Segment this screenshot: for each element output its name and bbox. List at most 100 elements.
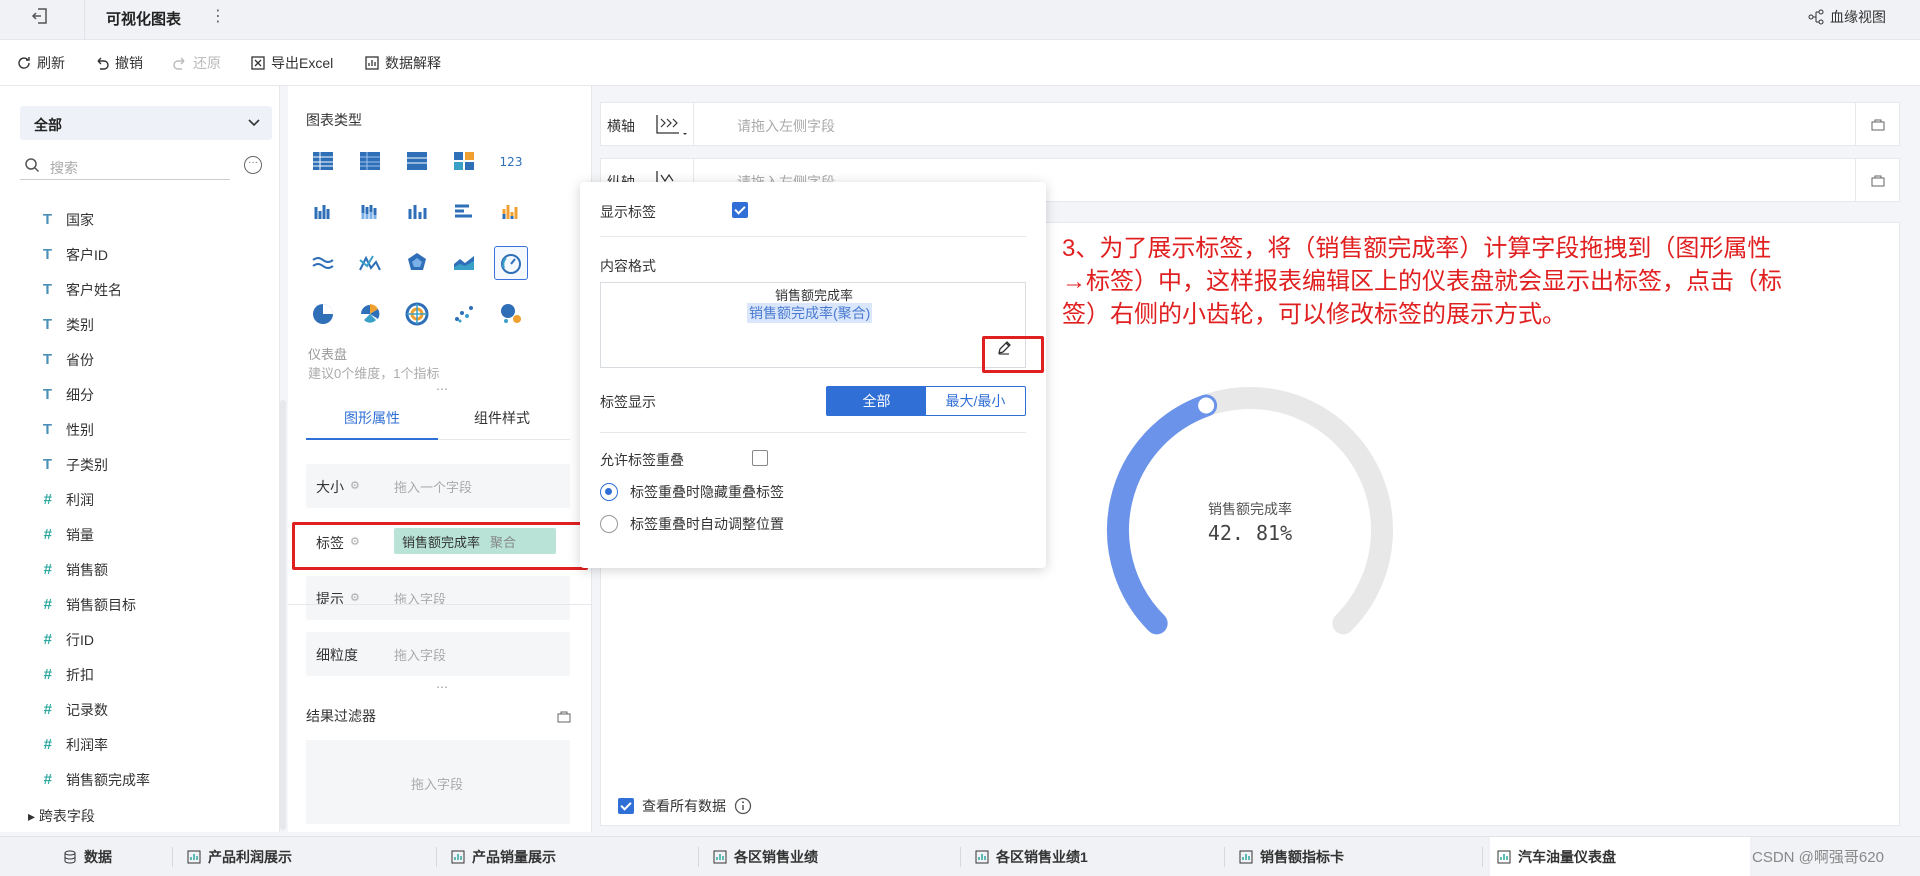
sheet-tab[interactable]: 汽车油量仪表盘: [1490, 837, 1750, 876]
field-item[interactable]: T 客户ID: [0, 237, 270, 272]
x-axis-lock[interactable]: [1855, 103, 1899, 145]
area-chart-icon[interactable]: [447, 246, 481, 280]
export-excel-button[interactable]: 导出Excel: [250, 53, 333, 73]
undo-button[interactable]: 撤销: [94, 53, 143, 73]
detail-table-icon[interactable]: [400, 144, 434, 178]
field-item[interactable]: # 销售额: [0, 552, 270, 587]
radar-icon[interactable]: [400, 246, 434, 280]
line-chart-icon[interactable]: [306, 246, 340, 280]
radio-adjust-position[interactable]: 标签重叠时自动调整位置: [600, 514, 784, 534]
field-item[interactable]: # 记录数: [0, 692, 270, 727]
divider: [1224, 847, 1225, 867]
field-scope-select[interactable]: 全部: [20, 106, 272, 140]
multi-line-icon[interactable]: [353, 246, 387, 280]
lineage-view-button[interactable]: 血缘视图: [1808, 7, 1886, 27]
horizontal-bar-icon[interactable]: [447, 195, 481, 229]
sheet-tab[interactable]: 数据: [56, 837, 176, 876]
field-item[interactable]: T 国家: [0, 202, 270, 237]
undo-icon: [97, 57, 109, 70]
gear-icon[interactable]: ⚙: [350, 479, 360, 492]
field-name: 销售额: [66, 561, 108, 578]
label-settings-popover: 显示标签 内容格式 销售额完成率 销售额完成率(聚合) 标签显示 全部 最大/最…: [580, 182, 1046, 568]
allow-overlap-checkbox[interactable]: [751, 450, 768, 466]
gauge-type-icon[interactable]: [494, 246, 528, 280]
content-format-editor[interactable]: 销售额完成率 销售额完成率(聚合): [600, 282, 1026, 368]
drag-handle-icon[interactable]: ⋯: [436, 382, 449, 396]
view-all-data-toggle[interactable]: 查看所有数据: [618, 796, 752, 816]
sheet-tab-label: 汽车油量仪表盘: [1518, 849, 1616, 865]
grouped-bar-icon[interactable]: [306, 195, 340, 229]
info-icon[interactable]: [734, 797, 752, 815]
stacked-bar-icon[interactable]: [353, 195, 387, 229]
field-item[interactable]: # 行ID: [0, 622, 270, 657]
axis-sort-icon[interactable]: [653, 111, 689, 139]
field-item[interactable]: T 客户姓名: [0, 272, 270, 307]
sheet-tab[interactable]: 各区销售业绩1: [968, 837, 1218, 876]
field-item[interactable]: # 销量: [0, 517, 270, 552]
refresh-button[interactable]: 刷新: [16, 53, 65, 73]
field-search[interactable]: 搜索: [20, 152, 230, 180]
divider: [436, 847, 437, 867]
view-all-checkbox[interactable]: [618, 798, 634, 814]
field-item[interactable]: T 子类别: [0, 447, 270, 482]
cross-table-fields[interactable]: ▸ 跨表字段: [28, 806, 95, 826]
grain-drop-zone[interactable]: 细粒度 拖入字段: [306, 632, 570, 676]
numeric-field-icon: #: [43, 631, 52, 648]
more-vertical-icon[interactable]: ⋮: [210, 6, 226, 26]
table-icon[interactable]: [306, 144, 340, 178]
lock-icon: [1871, 175, 1885, 187]
block-chart-icon[interactable]: [447, 144, 481, 178]
radio-hide-dot[interactable]: [600, 483, 618, 501]
field-name: 子类别: [66, 456, 108, 473]
lock-icon[interactable]: [556, 708, 572, 724]
scatter-icon[interactable]: [447, 297, 481, 331]
multi-ring-icon[interactable]: [400, 297, 434, 331]
show-label-checkbox[interactable]: [732, 202, 748, 218]
bubble-icon[interactable]: [494, 297, 528, 331]
tip-gear-icon[interactable]: ⚙: [350, 591, 360, 604]
field-item[interactable]: # 销售额完成率: [0, 762, 270, 797]
radio-hide-overlap[interactable]: 标签重叠时隐藏重叠标签: [600, 482, 784, 502]
tab-component-style[interactable]: 组件样式: [474, 408, 530, 428]
field-item[interactable]: T 细分: [0, 377, 270, 412]
field-item[interactable]: T 类别: [0, 307, 270, 342]
field-name: 类别: [66, 316, 94, 333]
field-item[interactable]: # 折扣: [0, 657, 270, 692]
x-axis-drop-zone[interactable]: 横轴 请拖入左侧字段: [600, 102, 1900, 146]
more-options-icon[interactable]: ···: [244, 156, 262, 174]
field-item[interactable]: # 利润率: [0, 727, 270, 762]
field-item[interactable]: T 性别: [0, 412, 270, 447]
field-item[interactable]: T 省份: [0, 342, 270, 377]
tip-drop-zone[interactable]: 提示 ⚙ 拖入字段: [306, 576, 570, 620]
drag-handle-icon-2[interactable]: ⋯: [436, 680, 448, 694]
sheet-tab[interactable]: 产品销量展示: [444, 837, 694, 876]
redo-button[interactable]: 还原: [172, 53, 221, 73]
sheet-tab[interactable]: 各区销售业绩: [706, 837, 956, 876]
database-icon: [64, 850, 76, 864]
sheet-tab[interactable]: 销售额指标卡: [1232, 837, 1482, 876]
result-filter-drop-zone[interactable]: 拖入字段: [306, 740, 570, 824]
panel-scrollbar[interactable]: [280, 400, 286, 830]
radio-adjust-dot[interactable]: [600, 515, 618, 533]
exit-icon[interactable]: [30, 6, 54, 30]
size-drop-zone[interactable]: 大小 ⚙ 拖入一个字段: [306, 464, 570, 508]
tutorial-annotation: 3、为了展示标签，将（销售额完成率）计算字段拖拽到（图形属性→标签）中，这样报表…: [1062, 235, 1782, 328]
tab-graphic-props[interactable]: 图形属性: [344, 408, 400, 428]
gauge-chart[interactable]: 销售额完成率 42. 81%: [1050, 330, 1450, 690]
sheet-tab[interactable]: 产品利润展示: [180, 837, 430, 876]
column-chart-icon[interactable]: [400, 195, 434, 229]
rose-chart-icon[interactable]: [353, 297, 387, 331]
segment-all[interactable]: 全部: [827, 387, 926, 415]
pie-chart-icon[interactable]: [306, 297, 340, 331]
chart-config-panel: 图表类型 123 仪表盘 建议0个维度，1个指标 ⋯ 图形属性 组件样式 大小 …: [288, 86, 592, 832]
cross-table-icon[interactable]: [353, 144, 387, 178]
field-item[interactable]: # 销售额目标: [0, 587, 270, 622]
y-axis-lock[interactable]: [1855, 159, 1899, 201]
segment-min-max[interactable]: 最大/最小: [926, 387, 1025, 415]
divider: [693, 103, 694, 145]
field-item[interactable]: # 利润: [0, 482, 270, 517]
data-explain-button[interactable]: 数据解释: [364, 53, 441, 73]
kpi-number-icon[interactable]: 123: [494, 144, 528, 178]
grain-label: 细粒度: [316, 647, 358, 663]
colored-bar-icon[interactable]: [494, 195, 528, 229]
